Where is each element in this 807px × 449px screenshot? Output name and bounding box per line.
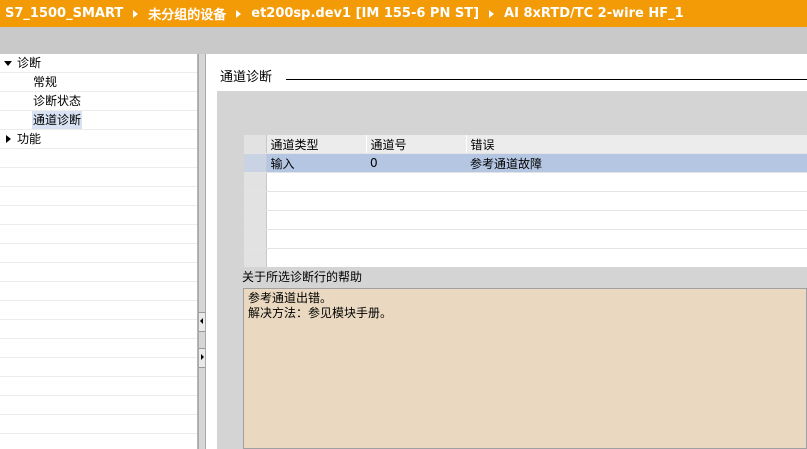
table-row[interactable] <box>244 172 807 192</box>
nav-item-general[interactable]: 常规 <box>33 73 57 91</box>
nav-item-diagnostic-status[interactable]: 诊断状态 <box>33 92 81 110</box>
row-header[interactable] <box>244 248 267 268</box>
table-row[interactable]: 输入 0 参考通道故障 <box>244 153 807 173</box>
expand-right-icon[interactable] <box>6 135 11 143</box>
empty-cell <box>466 191 807 211</box>
nav-item-functions[interactable]: 功能 <box>17 130 41 148</box>
nav-row <box>0 244 197 263</box>
row-header[interactable] <box>244 210 267 230</box>
nav-row: 常规 <box>0 73 197 92</box>
row-header[interactable] <box>244 191 267 211</box>
empty-cell <box>366 229 466 249</box>
nav-row <box>0 415 197 434</box>
expand-down-icon[interactable] <box>4 61 12 66</box>
nav-item-channel-diagnostics[interactable]: 通道诊断 <box>32 111 83 129</box>
cell-channel-type: 输入 <box>266 153 366 173</box>
empty-cell <box>266 248 366 268</box>
empty-cell <box>366 210 466 230</box>
column-header-channel-type[interactable]: 通道类型 <box>266 135 367 154</box>
nav-row: 通道诊断 <box>0 111 197 130</box>
breadcrumb: S7_1500_SMART 未分组的设备 et200sp.dev1 [IM 15… <box>0 0 807 27</box>
nav-row <box>0 377 197 396</box>
help-text-box[interactable]: 参考通道出错。 解决方法：参见模块手册。 <box>243 288 807 449</box>
empty-cell <box>266 210 366 230</box>
chevron-right-icon <box>236 9 242 18</box>
row-header[interactable] <box>244 172 267 192</box>
empty-cell <box>366 172 466 192</box>
nav-row: 诊断 <box>0 54 197 73</box>
nav-row <box>0 187 197 206</box>
nav-row <box>0 168 197 187</box>
breadcrumb-item-project[interactable]: S7_1500_SMART <box>0 6 123 21</box>
diagnostics-table-area: 通道类型 通道号 错误 输入 0 参考通道故障 关于所选诊断行的帮助 参考通道出… <box>242 135 807 449</box>
column-header-channel-number[interactable]: 通道号 <box>366 135 467 154</box>
nav-row <box>0 206 197 225</box>
breadcrumb-item-ungrouped-devices[interactable]: 未分组的设备 <box>148 4 226 23</box>
empty-cell <box>466 210 807 230</box>
nav-row <box>0 320 197 339</box>
content-area: 通道诊断 通道类型 通道号 错误 输入 0 参考通道故障 关于所选诊断行的帮助 … <box>206 54 807 449</box>
section-divider <box>286 79 807 80</box>
collapse-left-button[interactable] <box>199 312 205 332</box>
row-header[interactable] <box>244 229 267 249</box>
empty-cell <box>366 248 466 268</box>
row-header-corner <box>244 135 267 154</box>
nav-row <box>0 263 197 282</box>
help-line: 解决方法：参见模块手册。 <box>248 306 393 320</box>
toolbar-strip <box>0 27 807 54</box>
section-title: 通道诊断 <box>220 70 273 85</box>
cell-error: 参考通道故障 <box>466 153 807 173</box>
chevron-right-icon <box>133 9 139 18</box>
row-header[interactable] <box>244 153 267 173</box>
breadcrumb-item-module[interactable]: AI 8xRTD/TC 2-wire HF_1 <box>504 6 684 21</box>
nav-row <box>0 149 197 168</box>
nav-row <box>0 282 197 301</box>
nav-row: 诊断状态 <box>0 92 197 111</box>
nav-row <box>0 434 197 449</box>
nav-row <box>0 358 197 377</box>
help-line: 参考通道出错。 <box>248 291 333 305</box>
nav-row <box>0 225 197 244</box>
arrow-right-icon <box>201 354 204 360</box>
arrow-left-icon <box>200 318 203 324</box>
diagnostics-panel: 通道类型 通道号 错误 输入 0 参考通道故障 关于所选诊断行的帮助 参考通道出… <box>217 91 807 449</box>
table-row[interactable] <box>244 248 807 268</box>
pane-splitter[interactable] <box>198 54 206 449</box>
table-row[interactable] <box>244 210 807 230</box>
table-header-row: 通道类型 通道号 错误 <box>244 135 807 154</box>
empty-cell <box>466 172 807 192</box>
navigation-tree: 诊断 常规 诊断状态 通道诊断 功能 <box>0 54 198 449</box>
cell-channel-number: 0 <box>366 153 466 173</box>
nav-row <box>0 396 197 415</box>
help-label: 关于所选诊断行的帮助 <box>242 267 807 289</box>
empty-cell <box>466 248 807 268</box>
nav-item-diagnostics[interactable]: 诊断 <box>17 54 41 72</box>
nav-row <box>0 339 197 358</box>
nav-row <box>0 301 197 320</box>
column-header-error[interactable]: 错误 <box>466 135 807 154</box>
empty-cell <box>266 229 366 249</box>
empty-cell <box>266 191 366 211</box>
nav-row: 功能 <box>0 130 197 149</box>
empty-cell <box>266 172 366 192</box>
expand-right-button[interactable] <box>199 348 205 368</box>
breadcrumb-item-device[interactable]: et200sp.dev1 [IM 155-6 PN ST] <box>251 6 479 21</box>
empty-cell <box>466 229 807 249</box>
chevron-right-icon <box>489 9 495 18</box>
empty-cell <box>366 191 466 211</box>
table-row[interactable] <box>244 229 807 249</box>
channel-diagnostics-table: 通道类型 通道号 错误 输入 0 参考通道故障 <box>244 135 807 287</box>
table-row[interactable] <box>244 191 807 211</box>
